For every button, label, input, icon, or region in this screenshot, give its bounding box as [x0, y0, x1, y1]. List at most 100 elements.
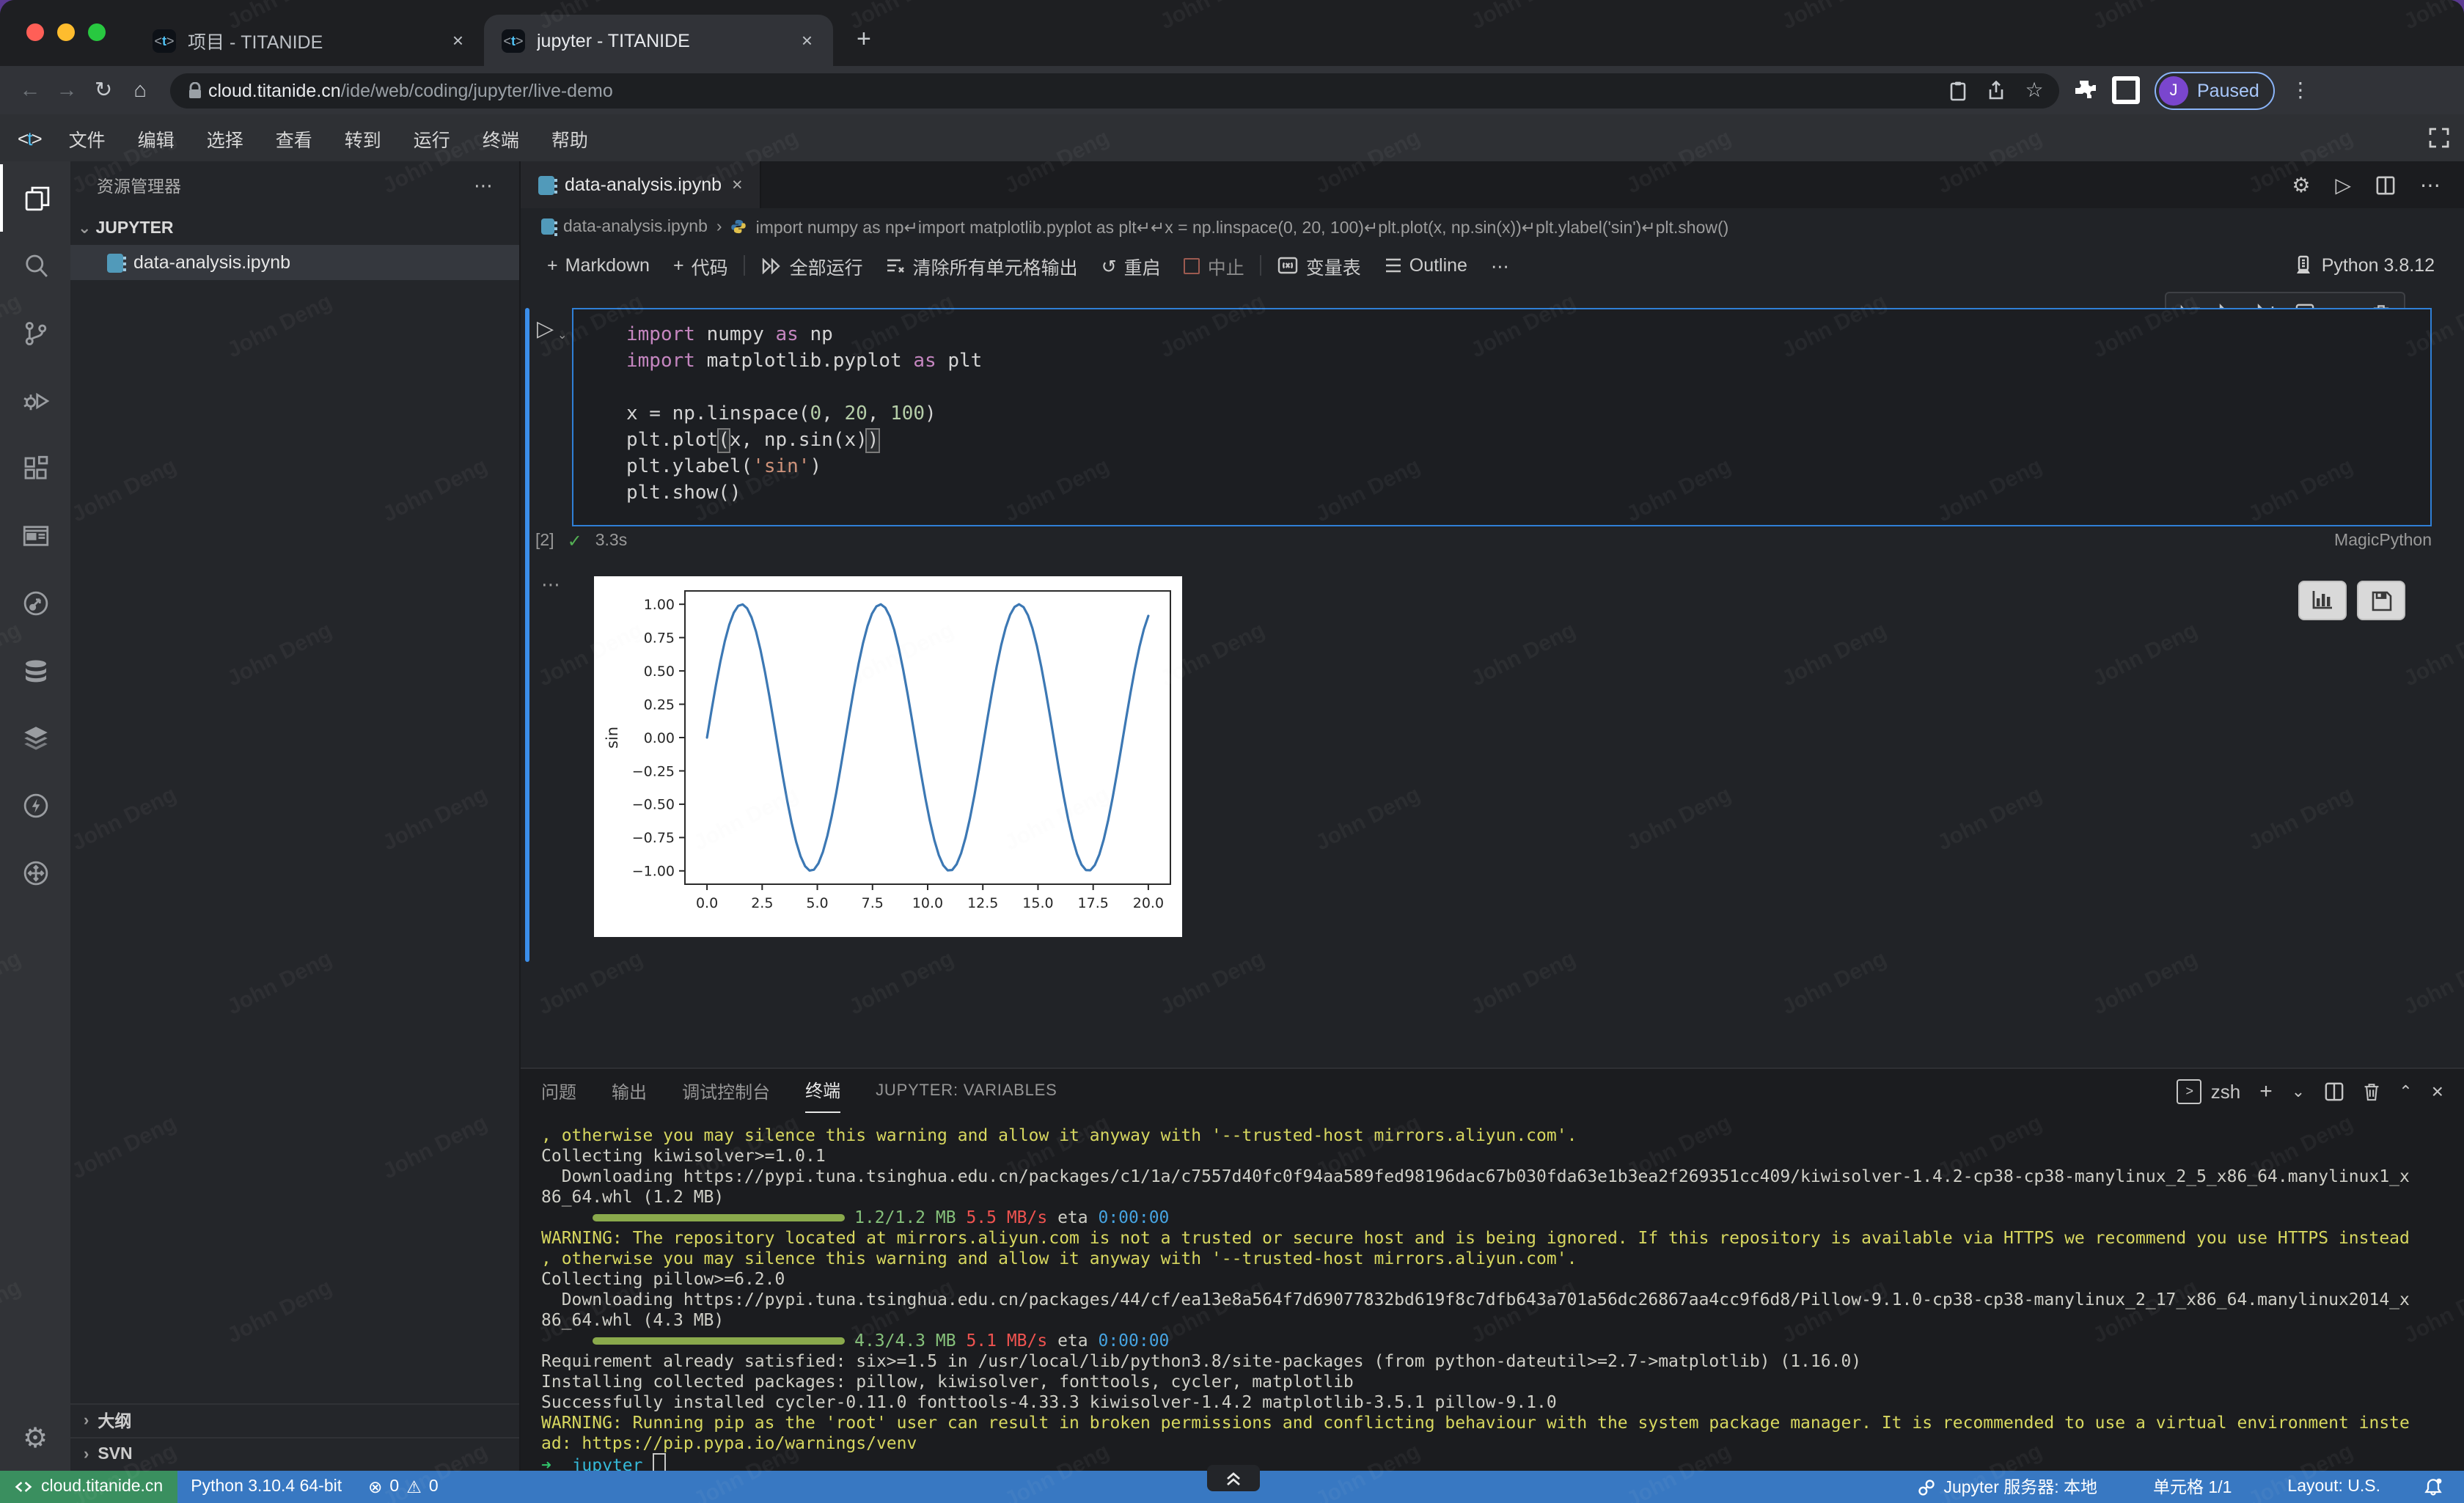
add-code-button[interactable]: + 代码 [661, 251, 740, 279]
activity-thunder-client[interactable] [0, 771, 70, 839]
section-label: SVN [98, 1446, 132, 1463]
run-all-icon[interactable]: ▷ [2335, 172, 2351, 197]
editor-tab-notebook[interactable]: data-analysis.ipynb × [521, 161, 762, 208]
menu-view[interactable]: 查看 [260, 124, 329, 152]
activity-remote-explorer[interactable] [0, 839, 70, 906]
new-terminal-icon[interactable]: + [2259, 1078, 2273, 1103]
run-all-button[interactable]: 全部运行 [750, 251, 875, 279]
kill-terminal-icon[interactable] [2362, 1081, 2380, 1100]
sidebar-section-svn[interactable]: › SVN [70, 1437, 519, 1471]
tab-terminal[interactable]: 终端 [805, 1069, 840, 1113]
menu-help[interactable]: 帮助 [535, 124, 604, 152]
save-plot-button[interactable] [2357, 581, 2405, 620]
restart-button[interactable]: ↺ 重启 [1090, 251, 1173, 279]
activity-run-debug[interactable] [0, 367, 70, 434]
sidebar-section-jupyter[interactable]: ⌄ JUPYTER [70, 211, 519, 245]
activity-source-control[interactable] [0, 299, 70, 367]
tab-jupyter-variables[interactable]: JUPYTER: VARIABLES [876, 1069, 1057, 1113]
run-cell-button[interactable]: ▷ ⌄ [537, 315, 554, 342]
shell-selector[interactable]: > zsh [2177, 1078, 2240, 1103]
share-icon[interactable] [1977, 80, 2015, 100]
split-editor-icon[interactable] [2376, 175, 2395, 194]
home-icon[interactable]: ⌂ [122, 78, 158, 102]
cell-language[interactable]: MagicPython [2334, 532, 2432, 550]
activity-docker-layers[interactable] [0, 704, 70, 771]
activity-git-lens[interactable] [0, 569, 70, 636]
cell-position[interactable]: 单元格 1/1 [2140, 1475, 2245, 1499]
tab-output[interactable]: 输出 [612, 1069, 647, 1113]
tab-debug-console[interactable]: 调试控制台 [682, 1069, 770, 1113]
problems-status[interactable]: ⊗ 0 ⚠ 0 [355, 1477, 452, 1497]
side-panel-icon[interactable] [2112, 76, 2140, 104]
outline-button[interactable]: Outline [1373, 255, 1479, 276]
breadcrumb-file[interactable]: data-analysis.ipynb [563, 218, 708, 235]
python-version[interactable]: Python 3.10.4 64-bit [177, 1478, 355, 1496]
close-window-button[interactable] [26, 23, 44, 41]
menu-terminal[interactable]: 终端 [466, 124, 535, 152]
code-cell[interactable]: import numpy as npimport matplotlib.pypl… [572, 308, 2432, 526]
clear-outputs-button[interactable]: 清除所有单元格输出 [875, 251, 1090, 279]
activity-live-preview[interactable] [0, 501, 70, 569]
double-chevron-up-icon [1225, 1470, 1242, 1486]
file-item-notebook[interactable]: data-analysis.ipynb [70, 245, 519, 280]
forward-icon[interactable]: → [48, 78, 85, 102]
clipboard-icon[interactable] [1939, 80, 1977, 100]
toolbar-more-icon[interactable]: ⋯ [1479, 254, 1521, 276]
search-icon [20, 250, 51, 281]
close-panel-icon[interactable]: × [2432, 1079, 2443, 1103]
sidebar-more-icon[interactable]: ⋯ [474, 174, 493, 198]
activity-search[interactable] [0, 232, 70, 299]
menu-goto[interactable]: 转到 [329, 124, 397, 152]
add-markdown-button[interactable]: + Markdown [535, 255, 661, 276]
files-icon [21, 183, 52, 213]
notifications-bell-icon[interactable] [2423, 1477, 2443, 1497]
link-icon [1917, 1477, 1936, 1496]
interrupt-button[interactable]: 中止 [1173, 251, 1256, 279]
kernel-picker[interactable]: Python 3.8.12 [2294, 255, 2449, 276]
fullscreen-icon[interactable] [2429, 128, 2449, 148]
minimize-window-button[interactable] [57, 23, 75, 41]
terminal-dropdown-icon[interactable]: ⌄ [2292, 1081, 2305, 1100]
activity-database[interactable] [0, 636, 70, 704]
browser-tab-project[interactable]: <t> 项目 - TITANIDE × [135, 15, 484, 66]
new-tab-button[interactable]: + [857, 25, 871, 54]
browser-actions: J Paused ⋮ [2074, 71, 2311, 109]
close-icon[interactable]: × [799, 29, 815, 51]
address-bar[interactable]: cloud.titanide.cn/ide/web/coding/jupyter… [170, 73, 2059, 108]
gear-icon[interactable]: ⚙ [2292, 172, 2310, 197]
restore-panel-button[interactable] [1207, 1465, 1260, 1491]
more-actions-icon[interactable]: ⋯ [2420, 172, 2441, 197]
restart-icon: ↺ [1101, 254, 1117, 276]
output-options-icon[interactable]: ⋯ [541, 573, 560, 597]
activity-extensions[interactable] [0, 434, 70, 501]
menu-selection[interactable]: 选择 [191, 124, 260, 152]
browser-tab-jupyter[interactable]: <t> jupyter - TITANIDE × [484, 15, 833, 66]
jupyter-server-status[interactable]: Jupyter 服务器: 本地 [1904, 1475, 2111, 1499]
profile-chip[interactable]: J Paused [2155, 71, 2276, 109]
remote-indicator[interactable]: cloud.titanide.cn [0, 1471, 177, 1503]
close-icon[interactable]: × [450, 29, 466, 51]
variables-button[interactable]: 变量表 [1266, 251, 1373, 279]
sidebar-section-outline[interactable]: › 大纲 [70, 1403, 519, 1437]
activity-explorer[interactable] [0, 164, 70, 232]
menu-file[interactable]: 文件 [53, 124, 122, 152]
menu-run[interactable]: 运行 [397, 124, 466, 152]
close-icon[interactable]: × [732, 174, 743, 195]
bookmark-star-icon[interactable]: ☆ [2015, 78, 2053, 103]
breadcrumb-cell-preview[interactable]: import numpy as np↵import matplotlib.pyp… [756, 216, 1729, 237]
sine-chart: 0.02.55.07.510.012.515.017.520.0−1.00−0.… [594, 576, 1182, 937]
back-icon[interactable]: ← [12, 78, 48, 102]
settings-gear-icon[interactable]: ⚙ [23, 1422, 48, 1456]
open-plot-viewer-button[interactable] [2298, 581, 2347, 620]
extensions-puzzle-icon[interactable] [2074, 78, 2097, 102]
terminal-output[interactable]: , otherwise you may silence this warning… [521, 1113, 2464, 1471]
zoom-window-button[interactable] [88, 23, 106, 41]
keyboard-layout[interactable]: Layout: U.S. [2274, 1478, 2394, 1496]
menu-edit[interactable]: 编辑 [122, 124, 191, 152]
tab-problems[interactable]: 问题 [541, 1069, 576, 1113]
split-terminal-icon[interactable] [2324, 1081, 2343, 1100]
browser-menu-icon[interactable]: ⋮ [2290, 78, 2311, 103]
reload-icon[interactable]: ↻ [85, 78, 122, 102]
explorer-sidebar: 资源管理器 ⋯ ⌄ JUPYTER data-analysis.ipynb › … [70, 161, 521, 1471]
maximize-panel-icon[interactable]: ⌃ [2399, 1081, 2412, 1100]
